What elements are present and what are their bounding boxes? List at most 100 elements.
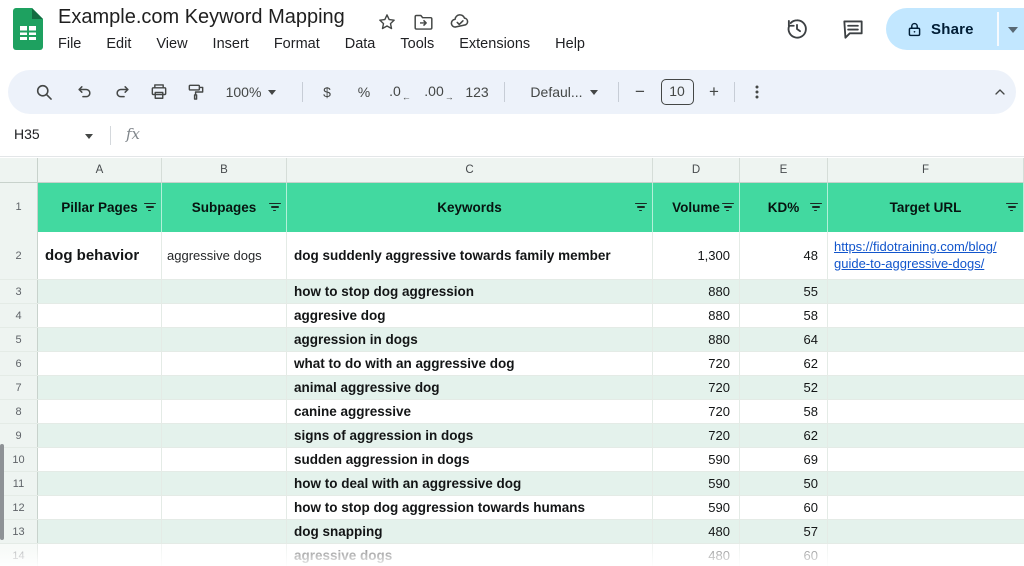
cell-E8[interactable]: 58: [740, 400, 828, 423]
print-button[interactable]: [143, 70, 175, 114]
comments-icon[interactable]: [838, 14, 868, 44]
header-cell-pillar-pages[interactable]: Pillar Pages: [38, 183, 162, 232]
cell-D7[interactable]: 720: [653, 376, 740, 399]
cell-A14[interactable]: [38, 544, 162, 566]
move-to-folder-icon[interactable]: [412, 11, 434, 33]
font-select[interactable]: Defaul...: [516, 70, 612, 114]
row-header-7[interactable]: 7: [0, 376, 38, 399]
filter-icon[interactable]: [809, 203, 822, 213]
cell-C4[interactable]: aggresive dog: [287, 304, 653, 327]
cell-B11[interactable]: [162, 472, 287, 495]
name-box[interactable]: H35: [14, 126, 40, 142]
filter-icon[interactable]: [1005, 203, 1018, 213]
redo-button[interactable]: [106, 70, 138, 114]
cell-E14[interactable]: 60: [740, 544, 828, 566]
more-toolbar-button[interactable]: [742, 70, 772, 114]
cell-F14[interactable]: [828, 544, 1024, 566]
cell-A9[interactable]: [38, 424, 162, 447]
column-header-b[interactable]: B: [162, 158, 287, 183]
row-header-12[interactable]: 12: [0, 496, 38, 519]
menu-item-data[interactable]: Data: [345, 36, 376, 52]
increase-decimal-button[interactable]: .00→: [420, 70, 458, 114]
cell-F11[interactable]: [828, 472, 1024, 495]
header-cell-kd-[interactable]: KD%: [740, 183, 828, 232]
cell-F6[interactable]: [828, 352, 1024, 375]
paint-format-button[interactable]: [180, 70, 212, 114]
cell-A5[interactable]: [38, 328, 162, 351]
cell-A7[interactable]: [38, 376, 162, 399]
header-cell-keywords[interactable]: Keywords: [287, 183, 653, 232]
cell-C10[interactable]: sudden aggression in dogs: [287, 448, 653, 471]
cell-D10[interactable]: 590: [653, 448, 740, 471]
cell-F9[interactable]: [828, 424, 1024, 447]
cell-F12[interactable]: [828, 496, 1024, 519]
menu-item-view[interactable]: View: [156, 36, 187, 52]
target-url-link[interactable]: guide-to-aggressive-dogs/: [834, 256, 1024, 273]
cell-B6[interactable]: [162, 352, 287, 375]
menu-item-extensions[interactable]: Extensions: [459, 36, 530, 52]
menu-item-insert[interactable]: Insert: [213, 36, 249, 52]
cell-E9[interactable]: 62: [740, 424, 828, 447]
row-header-4[interactable]: 4: [0, 304, 38, 327]
cell-C8[interactable]: canine aggressive: [287, 400, 653, 423]
filter-icon[interactable]: [143, 203, 156, 213]
column-header-c[interactable]: C: [287, 158, 653, 183]
share-dropdown-caret[interactable]: [1008, 27, 1018, 33]
cell-D4[interactable]: 880: [653, 304, 740, 327]
version-history-icon[interactable]: [782, 14, 812, 44]
cell-D13[interactable]: 480: [653, 520, 740, 543]
cell-C6[interactable]: what to do with an aggressive dog: [287, 352, 653, 375]
cell-A8[interactable]: [38, 400, 162, 423]
search-button[interactable]: [28, 70, 60, 114]
cell-A11[interactable]: [38, 472, 162, 495]
cell-A6[interactable]: [38, 352, 162, 375]
cell-D5[interactable]: 880: [653, 328, 740, 351]
cell-C5[interactable]: aggression in dogs: [287, 328, 653, 351]
menu-item-help[interactable]: Help: [555, 36, 585, 52]
cell-F4[interactable]: [828, 304, 1024, 327]
cell-D14[interactable]: 480: [653, 544, 740, 566]
cell-E5[interactable]: 64: [740, 328, 828, 351]
cell-A4[interactable]: [38, 304, 162, 327]
formula-input[interactable]: [160, 126, 1014, 146]
cell-B14[interactable]: [162, 544, 287, 566]
header-cell-target-url[interactable]: Target URL: [828, 183, 1024, 232]
cell-E6[interactable]: 62: [740, 352, 828, 375]
row-header-13[interactable]: 13: [0, 520, 38, 543]
select-all-corner[interactable]: [0, 158, 38, 183]
cell-A12[interactable]: [38, 496, 162, 519]
cell-B13[interactable]: [162, 520, 287, 543]
cloud-saved-icon[interactable]: [449, 11, 471, 33]
row-header-8[interactable]: 8: [0, 400, 38, 423]
cell-F2[interactable]: https://fidotraining.com/blog/guide-to-a…: [828, 232, 1024, 279]
cell-F13[interactable]: [828, 520, 1024, 543]
cell-C12[interactable]: how to stop dog aggression towards human…: [287, 496, 653, 519]
cell-A3[interactable]: [38, 280, 162, 303]
cell-A2[interactable]: dog behavior: [38, 232, 162, 279]
target-url-link[interactable]: https://fidotraining.com/blog/: [834, 239, 1024, 256]
format-percent-button[interactable]: %: [348, 70, 380, 114]
header-cell-subpages[interactable]: Subpages: [162, 183, 287, 232]
cell-A13[interactable]: [38, 520, 162, 543]
decrease-font-size-button[interactable]: −: [625, 70, 655, 114]
cell-D9[interactable]: 720: [653, 424, 740, 447]
increase-font-size-button[interactable]: +: [699, 70, 729, 114]
cell-B2[interactable]: aggressive dogs: [162, 232, 287, 279]
cell-B7[interactable]: [162, 376, 287, 399]
cell-C3[interactable]: how to stop dog aggression: [287, 280, 653, 303]
cell-D12[interactable]: 590: [653, 496, 740, 519]
format-currency-button[interactable]: $: [311, 70, 343, 114]
cell-C13[interactable]: dog snapping: [287, 520, 653, 543]
cell-E3[interactable]: 55: [740, 280, 828, 303]
cell-B9[interactable]: [162, 424, 287, 447]
column-header-d[interactable]: D: [653, 158, 740, 183]
menu-item-file[interactable]: File: [58, 36, 81, 52]
cell-D11[interactable]: 590: [653, 472, 740, 495]
cell-F3[interactable]: [828, 280, 1024, 303]
menu-item-tools[interactable]: Tools: [400, 36, 434, 52]
cell-E7[interactable]: 52: [740, 376, 828, 399]
sheets-logo-icon[interactable]: [13, 8, 43, 50]
font-size-input[interactable]: 10: [658, 70, 696, 114]
cell-C2[interactable]: dog suddenly aggressive towards family m…: [287, 232, 653, 279]
row-header-11[interactable]: 11: [0, 472, 38, 495]
